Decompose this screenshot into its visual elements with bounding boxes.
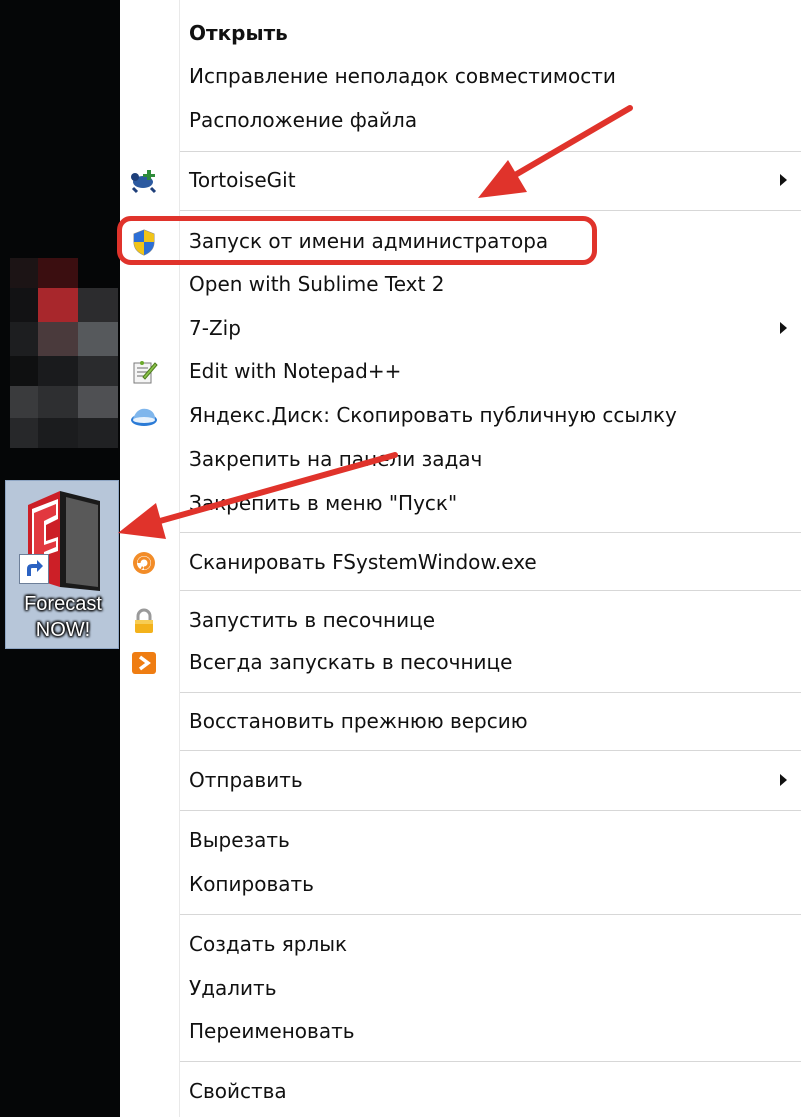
menu-item-label: Закрепить в меню "Пуск" bbox=[189, 491, 458, 515]
tortoisegit-icon bbox=[131, 170, 157, 194]
menu-separator bbox=[180, 914, 801, 915]
menu-separator bbox=[180, 1061, 801, 1062]
menu-item-open[interactable]: Открыть bbox=[120, 13, 801, 53]
menu-separator bbox=[180, 151, 801, 152]
menu-item-scan-file[interactable]: Сканировать FSystemWindow.exe bbox=[120, 542, 801, 582]
menu-item-label: Всегда запускать в песочнице bbox=[189, 650, 513, 674]
menu-separator bbox=[180, 532, 801, 533]
menu-item-properties[interactable]: Свойства bbox=[120, 1071, 801, 1111]
menu-item-label: Копировать bbox=[189, 872, 314, 896]
menu-item-label: Отправить bbox=[189, 768, 303, 792]
menu-item-yandex-disk-copy-link[interactable]: Яндекс.Диск: Скопировать публичную ссылк… bbox=[120, 395, 801, 435]
shortcut-label-line2: NOW! bbox=[35, 619, 91, 641]
menu-item-label: Восстановить прежнюю версию bbox=[189, 709, 528, 733]
forecast-now-shortcut[interactable]: Forecast NOW! bbox=[5, 480, 119, 649]
notepad-plus-plus-icon bbox=[133, 361, 158, 384]
context-menu: Открыть Исправление неполадок совместимо… bbox=[120, 0, 801, 1117]
sandbox-lock-icon bbox=[135, 608, 153, 633]
menu-item-label: Закрепить на панели задач bbox=[189, 447, 483, 471]
submenu-arrow-icon bbox=[780, 322, 787, 334]
menu-item-label: Запустить в песочнице bbox=[189, 608, 435, 632]
menu-item-label: Edit with Notepad++ bbox=[189, 359, 402, 383]
menu-separator bbox=[180, 590, 801, 591]
menu-item-copy[interactable]: Копировать bbox=[120, 864, 801, 904]
menu-separator bbox=[180, 210, 801, 211]
menu-item-cut[interactable]: Вырезать bbox=[120, 820, 801, 860]
shortcut-label-line1: Forecast bbox=[24, 593, 102, 615]
menu-item-troubleshoot-compatibility[interactable]: Исправление неполадок совместимости bbox=[120, 56, 801, 96]
menu-item-label: Создать ярлык bbox=[189, 932, 348, 956]
menu-item-label: TortoiseGit bbox=[189, 168, 296, 192]
menu-item-open-with-sublime[interactable]: Open with Sublime Text 2 bbox=[120, 264, 801, 304]
menu-separator bbox=[180, 750, 801, 751]
menu-item-edit-with-notepad[interactable]: Edit with Notepad++ bbox=[120, 351, 801, 391]
menu-item-label: Open with Sublime Text 2 bbox=[189, 272, 445, 296]
menu-separator bbox=[180, 810, 801, 811]
menu-separator bbox=[180, 692, 801, 693]
desktop-background: Forecast NOW! bbox=[0, 0, 120, 1117]
menu-item-label: Открыть bbox=[189, 21, 288, 45]
menu-item-pin-to-taskbar[interactable]: Закрепить на панели задач bbox=[120, 439, 801, 479]
menu-item-delete[interactable]: Удалить bbox=[120, 968, 801, 1008]
menu-item-label: Яндекс.Диск: Скопировать публичную ссылк… bbox=[189, 403, 677, 427]
menu-item-tortoisegit[interactable]: TortoiseGit bbox=[120, 160, 801, 200]
menu-item-label: Сканировать FSystemWindow.exe bbox=[189, 550, 537, 574]
menu-item-file-location[interactable]: Расположение файла bbox=[120, 100, 801, 140]
menu-item-rename[interactable]: Переименовать bbox=[120, 1011, 801, 1051]
annotation-highlight-box bbox=[117, 216, 597, 265]
sandbox-arrow-icon bbox=[132, 652, 156, 674]
menu-item-run-in-sandbox[interactable]: Запустить в песочнице bbox=[120, 600, 801, 640]
submenu-arrow-icon bbox=[780, 174, 787, 186]
menu-item-label: 7-Zip bbox=[189, 316, 241, 340]
menu-item-label: Переименовать bbox=[189, 1019, 355, 1043]
menu-item-create-shortcut[interactable]: Создать ярлык bbox=[120, 924, 801, 964]
submenu-arrow-icon bbox=[780, 774, 787, 786]
pixelated-area bbox=[10, 258, 118, 448]
menu-item-send-to[interactable]: Отправить bbox=[120, 760, 801, 800]
menu-item-7zip[interactable]: 7-Zip bbox=[120, 308, 801, 348]
menu-item-label: Исправление неполадок совместимости bbox=[189, 64, 616, 88]
menu-item-label: Вырезать bbox=[189, 828, 290, 852]
menu-item-label: Удалить bbox=[189, 976, 277, 1000]
yandex-disk-icon bbox=[131, 408, 157, 426]
shortcut-overlay-icon bbox=[19, 554, 49, 584]
menu-item-label: Свойства bbox=[189, 1079, 287, 1103]
menu-item-always-run-in-sandbox[interactable]: Всегда запускать в песочнице bbox=[120, 642, 801, 682]
antivirus-scan-icon bbox=[133, 552, 155, 574]
menu-item-label: Расположение файла bbox=[189, 108, 418, 132]
menu-item-restore-previous-versions[interactable]: Восстановить прежнюю версию bbox=[120, 701, 801, 741]
menu-item-pin-to-start-menu[interactable]: Закрепить в меню "Пуск" bbox=[120, 483, 801, 523]
